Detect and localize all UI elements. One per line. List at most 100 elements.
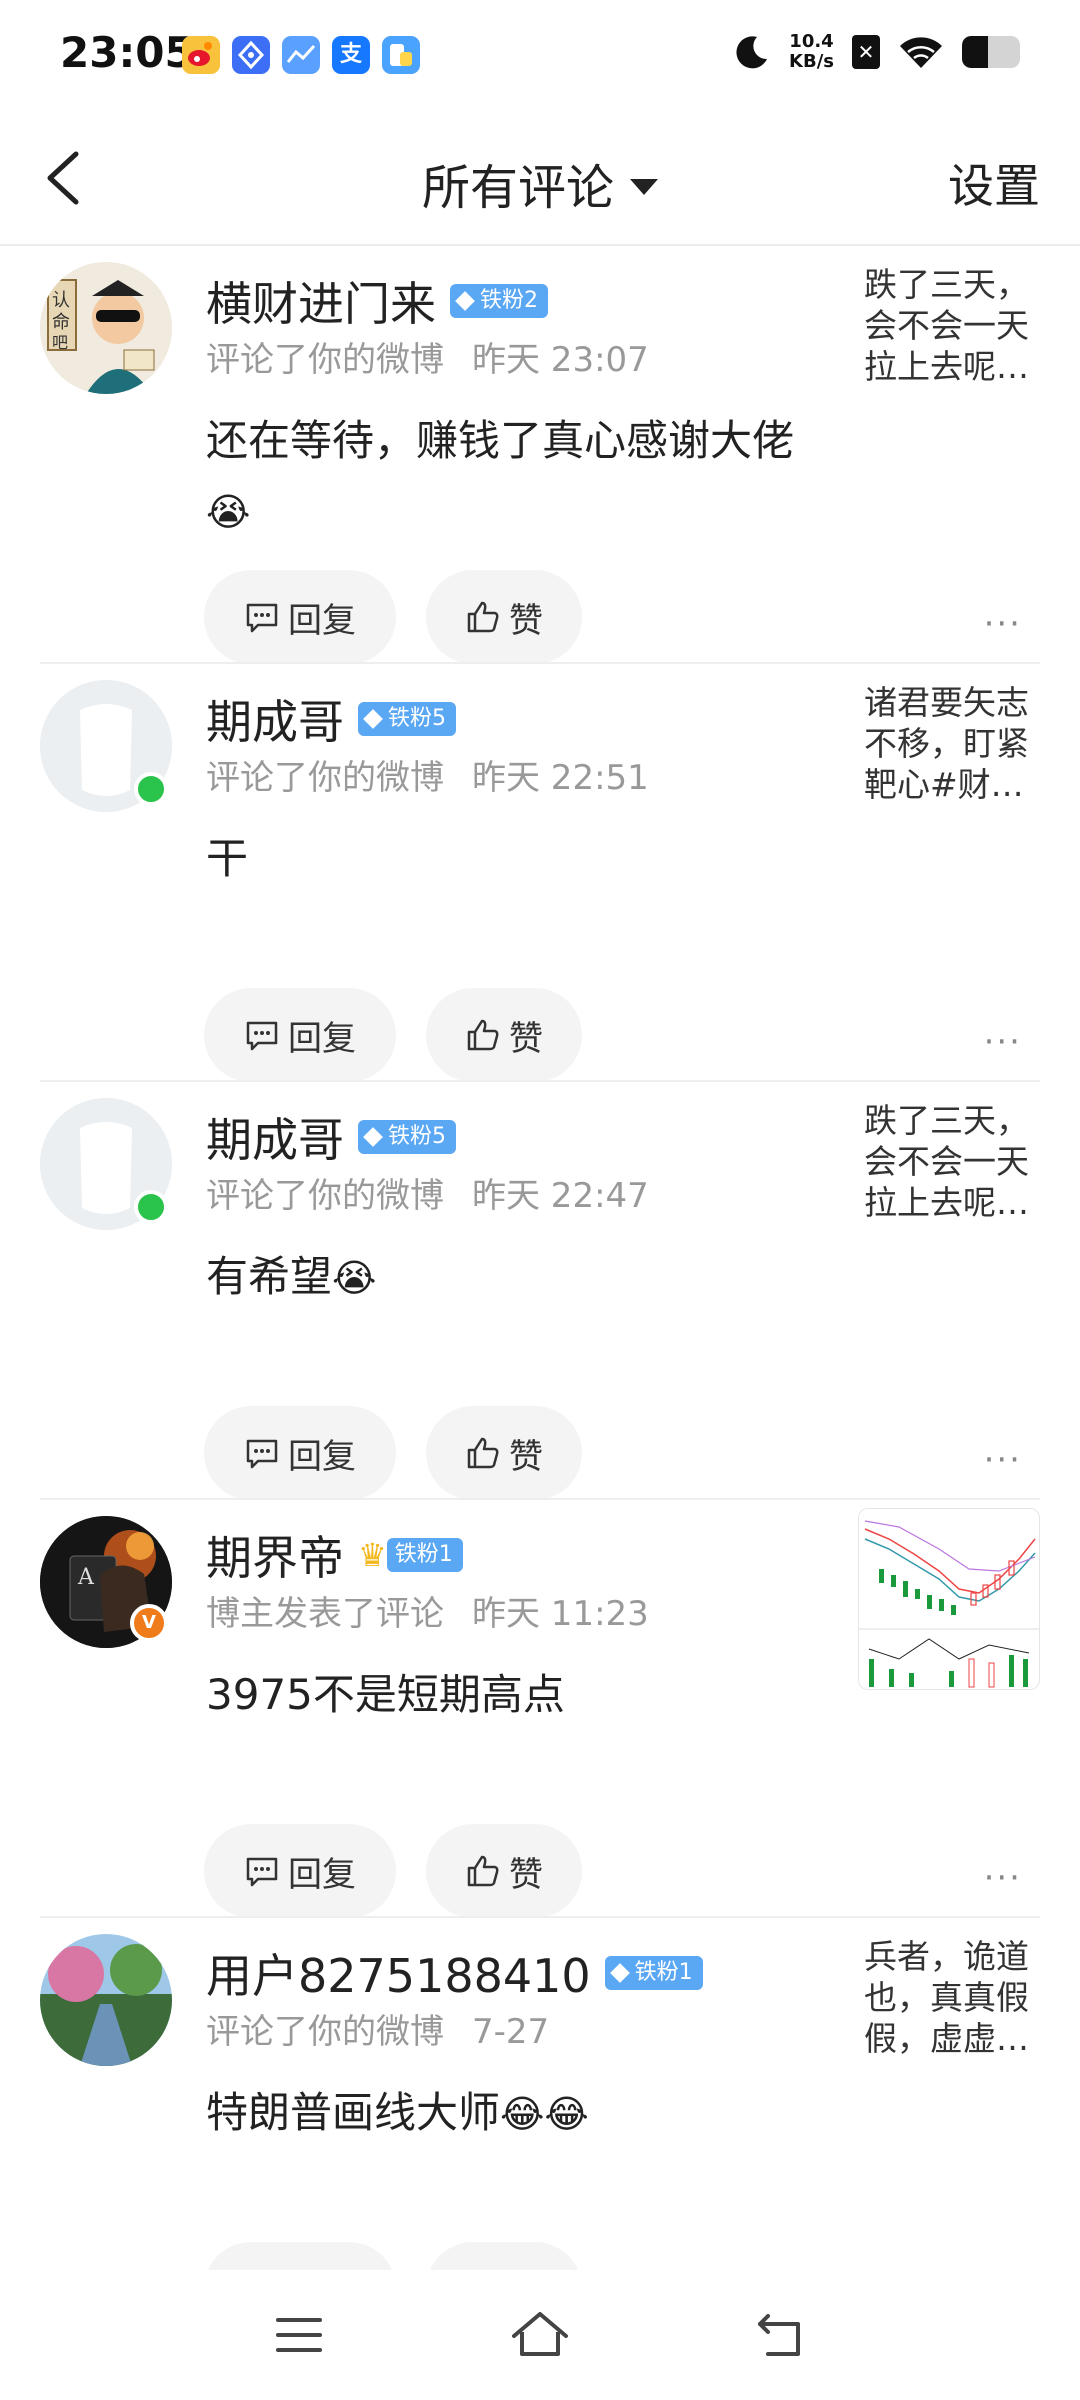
more-options-button[interactable]: ··· [984, 604, 1022, 644]
status-time: 23:05 [60, 28, 194, 77]
comment-text-content: 还在等待，赚钱了真心感谢大佬 [206, 416, 795, 465]
stock-chart-thumbnail[interactable] [858, 1508, 1040, 1690]
username[interactable]: 期成哥 [206, 1104, 344, 1170]
fan-badge-label: 铁粉5 [388, 706, 446, 731]
comment-item[interactable]: A V 期界帝 ♛ 铁粉1 博主发表了评论 昨天 11:23 3975不是短期高点… [0, 1500, 1080, 1918]
system-nav-bar [0, 2270, 1080, 2400]
return-icon [758, 2314, 800, 2356]
settings-button[interactable]: 设置 [948, 150, 1040, 216]
comment-text-content: 干 [206, 834, 249, 883]
original-post-snippet[interactable]: 跌了三天，会不会一天拉上去呢… [864, 1100, 1044, 1223]
home-icon [512, 2312, 568, 2356]
like-label: 赞 [509, 1018, 543, 1059]
comment-text-content: 有希望 [206, 1252, 333, 1301]
chart-app-icon [282, 36, 320, 74]
original-post-snippet[interactable]: 诸君要矢志不移，盯紧靶心#财… [864, 682, 1044, 805]
caret-down-icon [630, 179, 658, 195]
avatar[interactable] [40, 1934, 172, 2066]
menu-icon [276, 2318, 322, 2352]
comment-text: 特朗普画线大师😂😂 [206, 2078, 806, 2149]
page-title: 所有评论 [421, 160, 614, 216]
comment-meta: 博主发表了评论 昨天 11:23 [206, 1586, 649, 1635]
back-nav-button[interactable] [754, 2308, 808, 2366]
net-speed-value: 10.4 [789, 31, 834, 52]
svg-text:命: 命 [52, 312, 70, 333]
comment-time: 昨天 22:47 [472, 1176, 649, 1216]
emoji-crying-icon: 😭 [332, 1256, 377, 1300]
username[interactable]: 用户8275188410 [206, 1940, 591, 2006]
username[interactable]: 横财进门来 [206, 268, 436, 334]
reply-button[interactable]: 回复 [204, 988, 396, 1082]
comment-meta: 评论了你的微博 7-27 [206, 2004, 549, 2053]
comment-meta: 评论了你的微博 昨天 23:07 [206, 332, 649, 381]
like-button[interactable]: 赞 [426, 1824, 582, 1918]
thumbs-up-icon [467, 1019, 499, 1051]
svg-text:A: A [77, 1565, 95, 1590]
fan-badge: 铁粉2 [450, 284, 548, 318]
home-button[interactable] [510, 2308, 570, 2366]
svg-text:吧: 吧 [52, 333, 68, 352]
online-status-dot [134, 772, 168, 806]
like-label: 赞 [509, 1854, 543, 1895]
comment-actions: 回复 赞 [204, 1406, 582, 1500]
username[interactable]: 期成哥 [206, 686, 344, 752]
alipay-icon: 支 [332, 36, 370, 74]
fan-badge: 铁粉5 [358, 702, 456, 736]
original-post-snippet[interactable]: 跌了三天，会不会一天拉上去呢… [864, 264, 1044, 387]
reply-button[interactable]: 回复 [204, 1824, 396, 1918]
menu-button[interactable] [272, 2308, 326, 2366]
diamond-icon [363, 709, 383, 729]
like-button[interactable]: 赞 [426, 988, 582, 1082]
emoji-crying-icon: 😭 [206, 490, 251, 534]
like-label: 赞 [509, 600, 543, 641]
username[interactable]: 期界帝 [206, 1522, 344, 1588]
comment-action: 评论了你的微博 [206, 2012, 444, 2052]
diamond-icon [363, 1127, 383, 1147]
status-bar: 23:05 支 10.4 KB/s ✕ [0, 0, 1080, 110]
weibo-icon [182, 36, 220, 74]
thumbs-up-icon [467, 1855, 499, 1887]
moon-icon [736, 36, 768, 69]
comment-text: 干 [206, 824, 806, 894]
name-row: 期成哥 铁粉5 [206, 686, 456, 752]
comment-time: 昨天 11:23 [472, 1594, 649, 1634]
battery-level [962, 36, 989, 68]
like-button[interactable]: 赞 [426, 1406, 582, 1500]
reply-label: 回复 [288, 1436, 356, 1477]
like-button[interactable]: 赞 [426, 570, 582, 664]
reply-button[interactable]: 回复 [204, 1406, 396, 1500]
thumbs-up-icon [467, 1437, 499, 1469]
fan-badge: 铁粉5 [358, 1120, 456, 1154]
name-row: 横财进门来 铁粉2 [206, 268, 548, 334]
comment-item[interactable]: 期成哥 铁粉5 评论了你的微博 昨天 22:47 有希望😭 回复 赞 ··· 跌了… [0, 1082, 1080, 1500]
svg-text:认: 认 [52, 290, 70, 311]
original-post-snippet[interactable]: 兵者，诡道也，真真假假，虚虚… [864, 1936, 1044, 2059]
comment-action: 评论了你的微博 [206, 340, 444, 380]
comment-text-content: 3975不是短期高点 [206, 1670, 565, 1719]
battery-icon [962, 36, 1020, 68]
more-options-button[interactable]: ··· [984, 1858, 1022, 1898]
fan-badge-label: 铁粉1 [394, 1542, 453, 1567]
fan-badge: 铁粉1 [386, 1538, 463, 1572]
more-options-button[interactable]: ··· [984, 1440, 1022, 1480]
reply-bubble-icon [246, 603, 278, 633]
net-speed: 10.4 KB/s [789, 32, 834, 72]
comment-filter-dropdown[interactable]: 所有评论 [0, 148, 1080, 218]
comment-item[interactable]: 认 命 吧 横财进门来 铁粉2 评论了你的微博 昨天 23:07 还在等待，赚钱了… [0, 246, 1080, 664]
like-label: 赞 [509, 1436, 543, 1477]
comment-time: 7-27 [472, 2012, 550, 2052]
avatar[interactable]: 认 命 吧 [40, 262, 172, 394]
reply-label: 回复 [288, 1854, 356, 1895]
online-status-dot [134, 1190, 168, 1224]
comment-item[interactable]: 期成哥 铁粉5 评论了你的微博 昨天 22:51 干 回复 赞 ··· 诸君要矢志… [0, 664, 1080, 1082]
comment-actions: 回复 赞 [204, 988, 582, 1082]
comment-actions: 回复 赞 [204, 570, 582, 664]
reply-label: 回复 [288, 1018, 356, 1059]
fan-badge-label: 铁粉5 [388, 1124, 446, 1149]
diamond-icon [455, 291, 475, 311]
status-app-icons: 支 [182, 36, 420, 74]
reply-button[interactable]: 回复 [204, 570, 396, 664]
comment-text: 有希望😭 [206, 1242, 806, 1313]
name-row: 期界帝 ♛ 铁粉1 [206, 1522, 463, 1588]
more-options-button[interactable]: ··· [984, 1022, 1022, 1062]
